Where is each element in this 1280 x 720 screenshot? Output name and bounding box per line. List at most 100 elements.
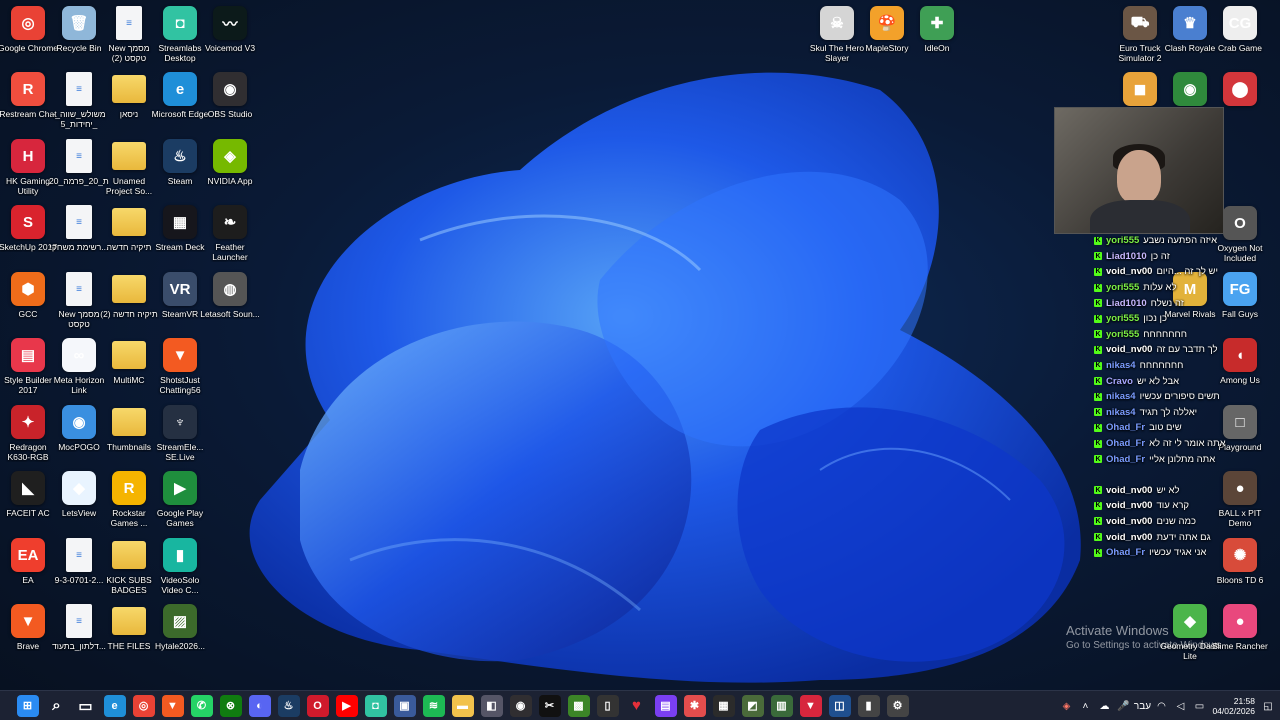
microphone-icon[interactable]: 🎤 — [1117, 700, 1129, 712]
app-icon[interactable]: ▦ — [712, 694, 735, 717]
capcut-icon[interactable]: ✂ — [538, 694, 561, 717]
app-icon[interactable]: ◩ — [741, 694, 764, 717]
volume-icon[interactable]: ◁ — [1174, 700, 1186, 712]
desktop-shortcut[interactable]: ≡ New מסמך טקסט — [54, 272, 104, 329]
desktop-shortcut[interactable]: ❧ Feather Launcher — [205, 205, 255, 262]
xbox-icon[interactable]: ⊗ — [219, 694, 242, 717]
desktop-shortcut[interactable]: S SketchUp 2017 — [0, 205, 57, 252]
brave-icon[interactable]: ▼ — [161, 694, 184, 717]
desktop-shortcut[interactable]: R Restream Chat — [0, 72, 57, 119]
desktop-shortcut[interactable]: 🗑 Recycle Bin — [54, 6, 104, 53]
app-icon[interactable]: ▤ — [654, 694, 677, 717]
app-icon[interactable]: ▥ — [770, 694, 793, 717]
settings-icon[interactable]: ⚙ — [886, 694, 909, 717]
desktop-shortcut[interactable]: ◆ LetsView — [54, 471, 104, 518]
desktop-shortcut[interactable]: VR SteamVR — [155, 272, 205, 319]
desktop-shortcut[interactable]: ◣ FACEIT AC — [3, 471, 53, 518]
minecraft-icon[interactable]: ▩ — [567, 694, 590, 717]
desktop-shortcut[interactable]: Thumbnails — [104, 405, 154, 452]
app-icon[interactable]: ✱ — [683, 694, 706, 717]
battery-icon[interactable]: ▭ — [1193, 700, 1205, 712]
start-icon[interactable]: ⊞ — [16, 694, 39, 717]
desktop-shortcut[interactable]: ✚ IdleOn — [912, 6, 962, 53]
desktop-shortcut[interactable]: EA EA — [3, 538, 53, 585]
desktop-shortcut[interactable]: ▮ VideoSolo Video C... — [155, 538, 205, 595]
chat-text: אני אגיד עכשיו — [1149, 547, 1207, 559]
desktop-shortcut[interactable]: ♛ Clash Royale — [1165, 6, 1215, 53]
youtube-icon[interactable]: ▶ — [335, 694, 358, 717]
desktop-shortcut[interactable]: THE FILES — [104, 604, 154, 651]
desktop-shortcut[interactable]: MultiMC — [104, 338, 154, 385]
obs-icon[interactable]: ◉ — [509, 694, 532, 717]
chrome-icon[interactable]: ◎ — [132, 694, 155, 717]
notification-badge-icon[interactable]: ◈ — [1060, 700, 1072, 712]
desktop-shortcut[interactable]: ◎ Google Chrome — [0, 6, 58, 53]
desktop-shortcut[interactable]: 🍄 MapleStory — [862, 6, 912, 53]
desktop-shortcut[interactable]: ▤ Style Builder 2017 — [3, 338, 53, 395]
task-view-icon[interactable]: ▭ — [75, 695, 97, 717]
clock[interactable]: 21:58 04/02/2026 — [1212, 696, 1255, 716]
streamlabs-icon[interactable]: ◘ — [364, 694, 387, 717]
app-icon[interactable]: ▯ — [596, 694, 619, 717]
desktop-shortcut[interactable]: ניסאן — [104, 72, 154, 119]
desktop-shortcut[interactable]: ≡ רשימת משחקי... — [50, 205, 108, 252]
desktop-shortcut[interactable]: ≡ דלתון_בתעוד... — [52, 604, 106, 651]
edge-icon[interactable]: e — [103, 694, 126, 717]
desktop-shortcut[interactable]: ◉ MocPOGO — [54, 405, 104, 452]
text-file-icon: ≡ — [66, 272, 92, 306]
desktop-shortcut[interactable]: ♆ StreamEle... SE.Live — [155, 405, 205, 462]
desktop-shortcut[interactable]: ♨ Steam — [155, 139, 205, 186]
desktop-shortcut[interactable]: ▦ Stream Deck — [155, 205, 205, 252]
kick-badge-icon: K — [1094, 361, 1102, 370]
desktop-shortcut[interactable]: ◍ Letasoft Soun... — [200, 272, 260, 319]
desktop-shortcut[interactable]: ✦ Redragon K630-RGB — [3, 405, 53, 462]
desktop-shortcut[interactable]: תיקיה חדשה — [104, 205, 154, 252]
desktop-shortcut[interactable]: ◉ — [1165, 72, 1215, 109]
desktop-shortcut[interactable]: ▼ ShotstJust Chatting56 — [155, 338, 205, 395]
mocpogo-icon: ◉ — [62, 405, 96, 439]
desktop-shortcut[interactable]: ≡ משולש_שווה_-_יחידות_5 — [52, 72, 106, 129]
file-explorer-icon[interactable]: ▬ — [451, 694, 474, 717]
desktop-shortcut[interactable]: KICK SUBS BADGES — [104, 538, 154, 595]
desktop-shortcut[interactable]: תיקיה חדשה (2) — [100, 272, 158, 319]
desktop-shortcut[interactable]: ◼ — [1115, 72, 1165, 109]
opera-icon[interactable]: O — [306, 694, 329, 717]
spotify-icon[interactable]: ≋ — [422, 694, 445, 717]
app-icon[interactable]: ◫ — [828, 694, 851, 717]
search-icon[interactable]: ⌕ — [46, 695, 68, 717]
notifications-icon[interactable]: ◱ — [1262, 700, 1274, 712]
chevron-up-icon[interactable]: ˄ — [1079, 700, 1091, 712]
wifi-icon[interactable]: ◠ — [1155, 700, 1167, 712]
app-icon[interactable]: ▮ — [857, 694, 880, 717]
desktop-shortcut[interactable]: ▶ Google Play Games — [155, 471, 205, 528]
desktop-shortcut[interactable]: ☠ Skul The Hero Slayer — [810, 6, 864, 63]
whatsapp-icon[interactable]: ✆ — [190, 694, 213, 717]
onedrive-icon[interactable]: ☁ — [1098, 700, 1110, 712]
desktop-shortcut[interactable]: Unamed Project So... — [104, 139, 154, 196]
desktop-shortcut[interactable]: ▼ Brave — [3, 604, 53, 651]
desktop-shortcut[interactable]: 〰 Voicemod V3 — [205, 6, 255, 53]
app-icon[interactable]: ◧ — [480, 694, 503, 717]
desktop-shortcut[interactable]: ≡ New מסמך טקסט (2) — [104, 6, 154, 63]
desktop-shortcut[interactable]: ⛟ Euro Truck Simulator 2 — [1115, 6, 1165, 63]
desktop-shortcut[interactable]: ⬢ GCC — [3, 272, 53, 319]
language-indicator[interactable]: עבר — [1134, 700, 1151, 712]
desktop-shortcut[interactable]: ≡ 9-3-0701-2... — [54, 538, 104, 585]
desktop-shortcut[interactable]: e Microsoft Edge — [152, 72, 208, 119]
discord-icon[interactable]: ◐ — [248, 694, 271, 717]
steam-icon[interactable]: ♨ — [277, 694, 300, 717]
heart-icon[interactable]: ♥ — [626, 695, 648, 717]
desktop-shortcut[interactable]: ∞ Meta Horizon Link — [54, 338, 104, 395]
desktop-shortcut[interactable]: CG Crab Game — [1215, 6, 1265, 53]
desktop-shortcut[interactable]: ≡נוסחאות_20_פרמה_20_... — [49, 139, 109, 186]
desktop-shortcut[interactable]: ▨ Hytale2026... — [155, 604, 205, 651]
desktop-shortcut[interactable]: ◉ OBS Studio — [205, 72, 255, 119]
desktop-shortcut[interactable]: ⬤ — [1215, 72, 1265, 109]
desktop-shortcut[interactable]: H HK Gaming Utility — [3, 139, 53, 196]
store-icon[interactable]: ▣ — [393, 694, 416, 717]
brave-icon[interactable]: ▼ — [799, 694, 822, 717]
desktop-shortcut[interactable]: ◈ NVIDIA App — [205, 139, 255, 186]
desktop-shortcut[interactable]: R Rockstar Games ... — [104, 471, 154, 528]
kick-badge-icon: K — [1094, 267, 1102, 276]
desktop-shortcut[interactable]: ◘ Streamlabs Desktop — [155, 6, 205, 63]
